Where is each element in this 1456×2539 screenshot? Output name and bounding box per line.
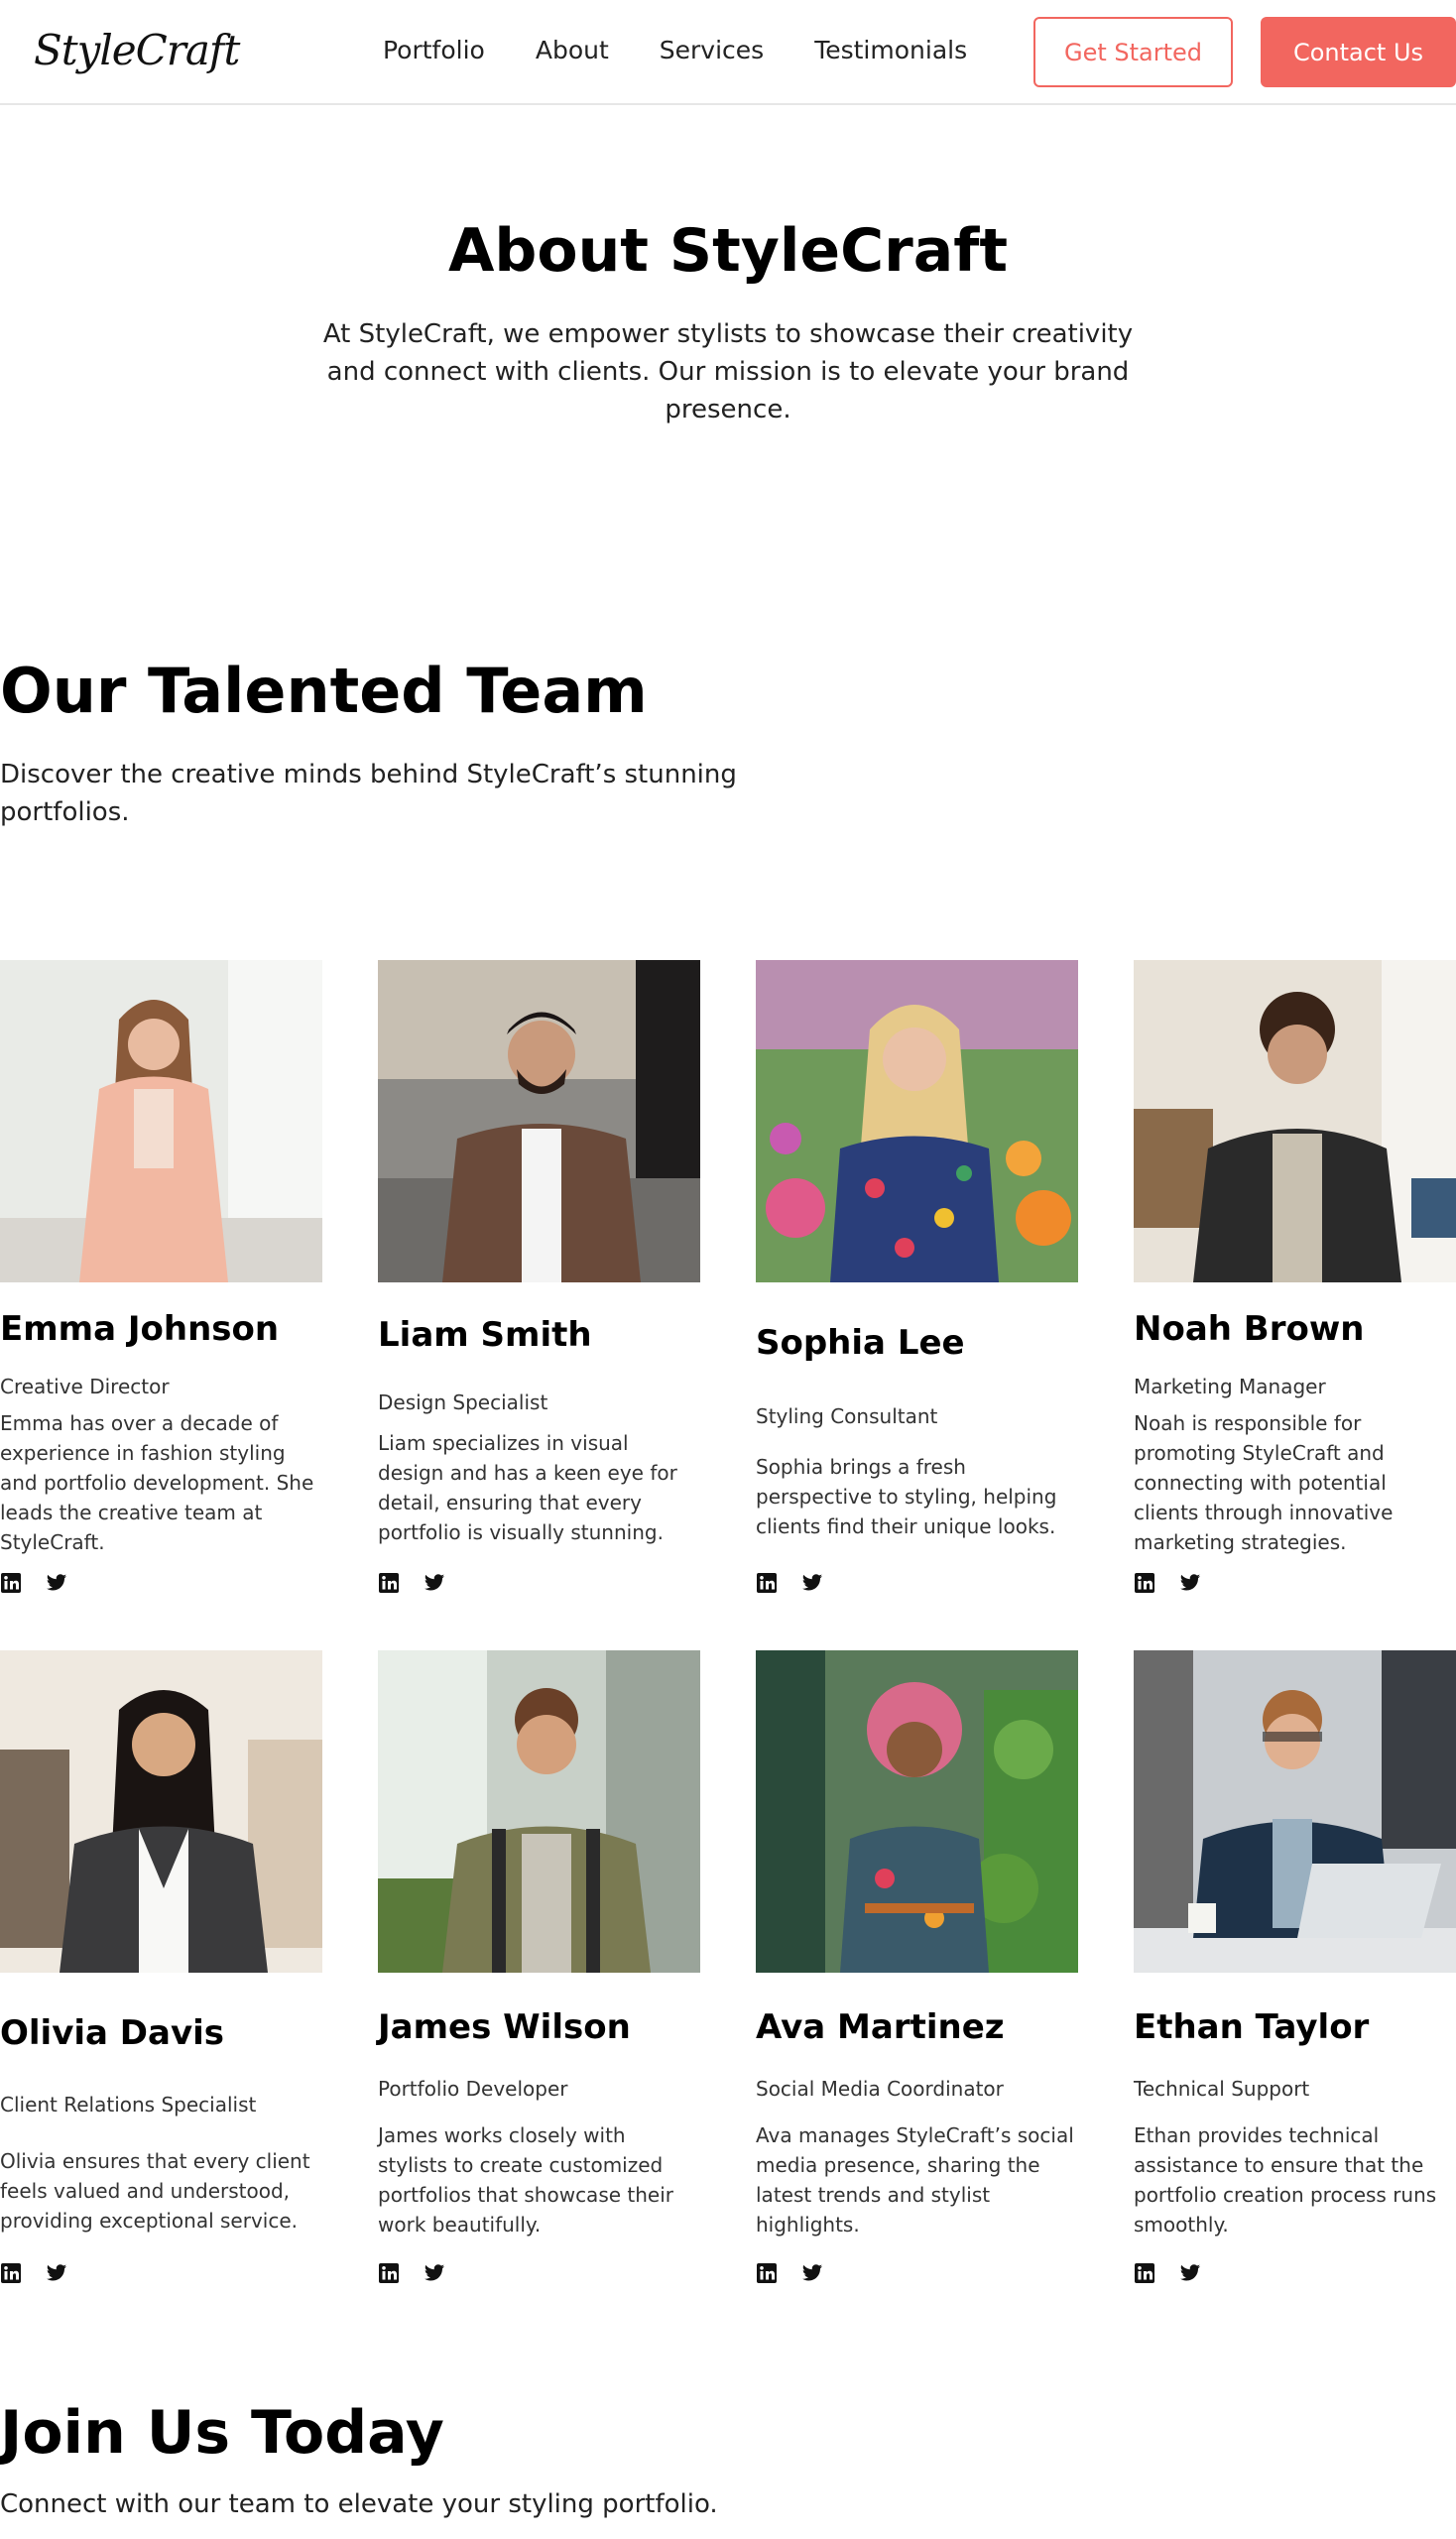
member-role: Social Media Coordinator [756, 2077, 1004, 2101]
nav-services[interactable]: Services [660, 36, 764, 64]
logo[interactable]: StyleCraft [34, 26, 240, 74]
member-name: Olivia Davis [0, 2013, 225, 2053]
member-role: Marketing Manager [1134, 1375, 1326, 1398]
contact-us-button[interactable]: Contact Us [1261, 17, 1456, 87]
twitter-icon[interactable] [46, 1572, 67, 1594]
woman-floral-garden-photo [756, 960, 1078, 1282]
member-role: Styling Consultant [756, 1404, 938, 1428]
social-links [0, 1572, 67, 1594]
twitter-icon[interactable] [424, 2262, 445, 2284]
man-backpack-photo [378, 1650, 700, 1973]
member-name: Ava Martinez [756, 2007, 1005, 2047]
about-title: About StyleCraft [447, 216, 1009, 286]
woman-curly-plants-photo [756, 1650, 1078, 1973]
team-title: Our Talented Team [0, 655, 648, 727]
man-jacket-street-photo [378, 960, 700, 1282]
team-card: Liam Smith Design Specialist Liam specia… [378, 960, 700, 1593]
team-card: Emma Johnson Creative Director Emma has … [0, 960, 322, 1593]
member-role: Creative Director [0, 1375, 170, 1398]
linkedin-icon[interactable] [756, 1572, 778, 1594]
linkedin-icon[interactable] [378, 2262, 400, 2284]
team-card: Ava Martinez Social Media Coordinator Av… [756, 1650, 1078, 2283]
site-header: StyleCraft Portfolio About Services Test… [0, 0, 1456, 105]
member-bio: Ethan provides technical assistance to e… [1134, 2123, 1437, 2237]
social-links [378, 1572, 445, 1594]
member-name: James Wilson [378, 2007, 631, 2047]
man-laptop-photo [1134, 1650, 1456, 1973]
member-name: Sophia Lee [756, 1323, 965, 1363]
twitter-icon[interactable] [1179, 2262, 1201, 2284]
team-card: James Wilson Portfolio Developer James w… [378, 1650, 700, 2283]
social-links [378, 2262, 445, 2284]
team-card: Sophia Lee Styling Consultant Sophia bri… [756, 960, 1078, 1593]
member-bio: Ava manages StyleCraft’s social media pr… [756, 2123, 1074, 2237]
member-bio: Liam specializes in visual design and ha… [378, 1431, 677, 1544]
about-text: At StyleCraft, we empower stylists to sh… [322, 319, 1134, 424]
twitter-icon[interactable] [46, 2262, 67, 2284]
member-bio: Emma has over a decade of experience in … [0, 1411, 314, 1554]
member-bio: Sophia brings a fresh perspective to sty… [756, 1455, 1057, 1538]
team-card: Ethan Taylor Technical Support Ethan pro… [1134, 1650, 1456, 2283]
member-name: Liam Smith [378, 1315, 592, 1355]
get-started-button[interactable]: Get Started [1033, 17, 1233, 87]
nav-testimonials[interactable]: Testimonials [814, 36, 967, 64]
team-card: Noah Brown Marketing Manager Noah is res… [1134, 960, 1456, 1593]
linkedin-icon[interactable] [1134, 2262, 1155, 2284]
linkedin-icon[interactable] [378, 1572, 400, 1594]
social-links [1134, 2262, 1201, 2284]
linkedin-icon[interactable] [0, 1572, 22, 1594]
nav-about[interactable]: About [536, 36, 609, 64]
main-nav: Portfolio About Services Testimonials [383, 36, 1018, 64]
member-role: Design Specialist [378, 1390, 548, 1414]
twitter-icon[interactable] [424, 1572, 445, 1594]
woman-blazer-photo [0, 960, 322, 1282]
linkedin-icon[interactable] [756, 2262, 778, 2284]
member-bio: James works closely with stylists to cre… [378, 2123, 673, 2237]
twitter-icon[interactable] [1179, 1572, 1201, 1594]
member-role: Portfolio Developer [378, 2077, 568, 2101]
linkedin-icon[interactable] [0, 2262, 22, 2284]
social-links [756, 2262, 823, 2284]
member-bio: Noah is responsible for promoting StyleC… [1134, 1411, 1394, 1554]
linkedin-icon[interactable] [1134, 1572, 1155, 1594]
team-subtitle: Discover the creative minds behind Style… [0, 760, 737, 827]
member-role: Technical Support [1134, 2077, 1310, 2101]
join-title: Join Us Today [0, 2398, 444, 2468]
social-links [756, 1572, 823, 1594]
social-links [1134, 1572, 1201, 1594]
member-name: Noah Brown [1134, 1309, 1365, 1349]
man-curly-office-photo [1134, 960, 1456, 1282]
member-name: Emma Johnson [0, 1309, 280, 1349]
member-name: Ethan Taylor [1134, 2007, 1370, 2047]
join-subtitle: Connect with our team to elevate your st… [0, 2489, 718, 2519]
twitter-icon[interactable] [801, 2262, 823, 2284]
social-links [0, 2262, 67, 2284]
nav-portfolio[interactable]: Portfolio [383, 36, 485, 64]
member-role: Client Relations Specialist [0, 2093, 257, 2116]
member-bio: Olivia ensures that every client feels v… [0, 2149, 310, 2233]
team-card: Olivia Davis Client Relations Specialist… [0, 1650, 322, 2283]
twitter-icon[interactable] [801, 1572, 823, 1594]
woman-boutique-photo [0, 1650, 322, 1973]
